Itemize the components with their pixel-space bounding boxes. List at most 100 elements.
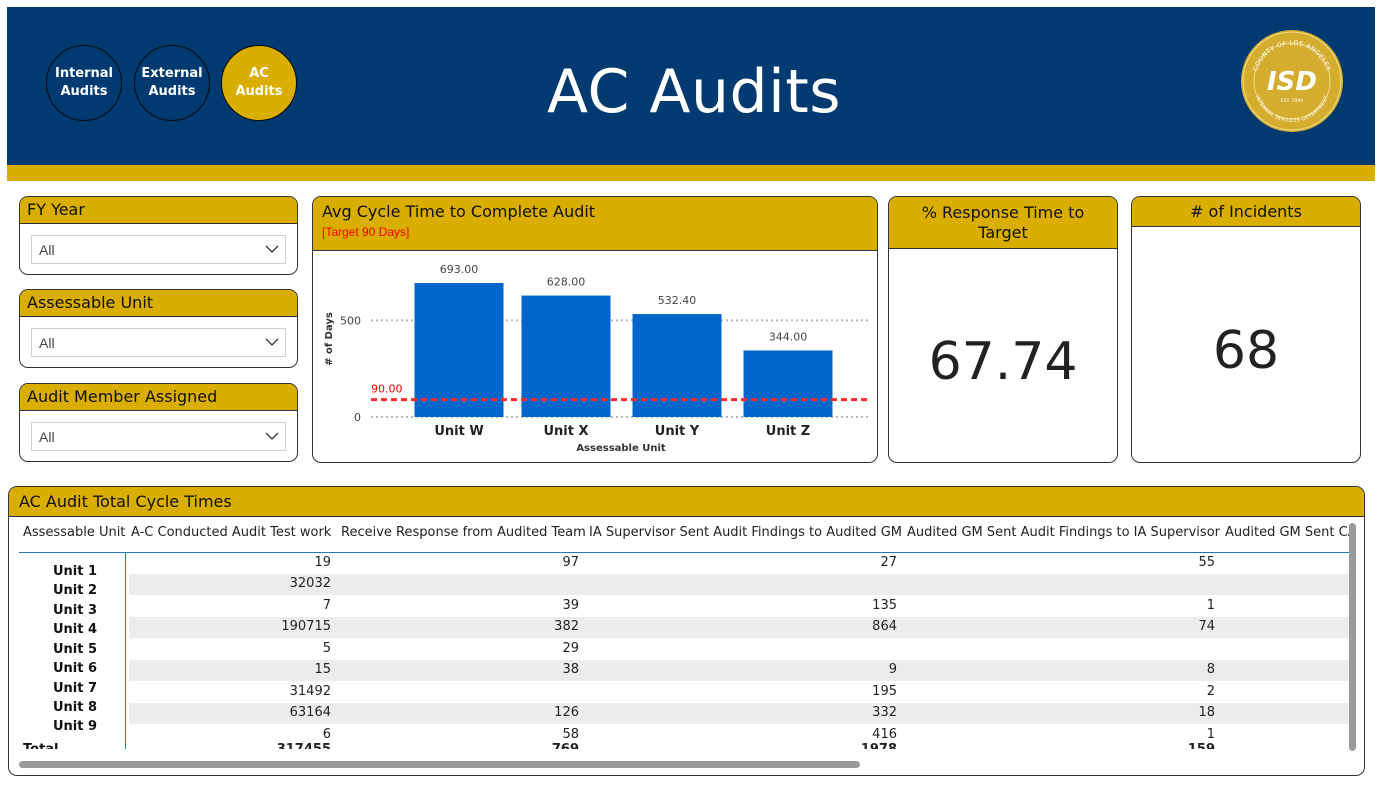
assessable-unit-dropdown[interactable]: All [31, 328, 286, 357]
table-cell: 6 [322, 727, 331, 742]
chart-title: Avg Cycle Time to Complete Audit [322, 202, 596, 221]
avg-cycle-time-card: Avg Cycle Time to Complete Audit [Target… [312, 196, 878, 463]
total-cell: 1978 [861, 742, 897, 749]
row-label: Unit 8 [53, 700, 98, 715]
row-label: Unit 5 [53, 642, 98, 657]
table-cell: 1 [1206, 727, 1215, 742]
response-time-kpi-card: % Response Time to Target 67.74 [888, 196, 1118, 463]
x-tick-label: Unit Y [655, 424, 700, 439]
target-label: 90.00 [371, 383, 403, 396]
table-cell: 58 [562, 727, 579, 742]
audit-member-dropdown[interactable]: All [31, 422, 286, 451]
row-label: Unit 1 [53, 564, 98, 579]
row-label: Unit 4 [53, 622, 98, 637]
slicer-title: Audit Member Assigned [20, 384, 297, 411]
table-cell: 15 [314, 662, 331, 677]
table-cell: 5 [322, 641, 331, 656]
table-cell: 55 [1198, 555, 1215, 570]
svg-text:EST. 1989: EST. 1989 [1281, 98, 1303, 104]
table-cell: 332 [872, 705, 897, 720]
chart-header: Avg Cycle Time to Complete Audit [Target… [313, 197, 877, 251]
table-cell: 8 [1206, 662, 1215, 677]
column-header[interactable]: IA Supervisor Sent Audit Findings to Aud… [589, 525, 902, 540]
table-cell: 195 [872, 684, 897, 699]
table-cell: 31492 [289, 684, 331, 699]
svg-text:ISD: ISD [1267, 67, 1317, 97]
x-tick-label: Unit Z [766, 424, 810, 439]
chevron-down-icon [265, 245, 279, 253]
chevron-down-icon [265, 432, 279, 440]
table-cell: 9 [888, 662, 897, 677]
total-label: Total [23, 742, 59, 749]
dropdown-value: All [39, 335, 55, 351]
fy-year-slicer: FY Year All [19, 196, 298, 275]
table-cell: 126 [554, 705, 579, 720]
table-title: AC Audit Total Cycle Times [9, 487, 1364, 517]
kpi-title: % Response Time to Target [889, 197, 1117, 249]
table-cell: 27 [880, 555, 897, 570]
table-cell: 63164 [289, 705, 331, 720]
bar-value-label: 693.00 [440, 263, 479, 276]
table-cell: 382 [554, 619, 579, 634]
y-axis-title: # of Days [324, 312, 335, 366]
column-header[interactable]: A-C Conducted Audit Test work [131, 525, 331, 540]
table-cell: 19 [314, 555, 331, 570]
vertical-scrollbar[interactable] [1349, 523, 1356, 751]
bar-chart: 0 500 # of Days 693.00 Unit W 628.00 Unit X 532… [324, 263, 871, 454]
table-cell: 2 [1206, 684, 1215, 699]
kpi-value: 67.74 [928, 332, 1078, 392]
fy-year-dropdown[interactable]: All [31, 235, 286, 264]
table-cell: 38 [562, 662, 579, 677]
column-header[interactable]: Audited GM Sent Audit Findings to IA Sup… [907, 525, 1220, 540]
horizontal-scrollbar[interactable] [19, 761, 860, 768]
table-cell: 39 [562, 598, 579, 613]
page-title: AC Audits [546, 57, 842, 127]
table-cell: 864 [872, 619, 897, 634]
isd-logo: COUNTY OF LOS ANGELES INTERNAL SERVICES … [1241, 30, 1343, 132]
dropdown-value: All [39, 429, 55, 445]
table-cell: 32032 [289, 576, 331, 591]
table-cell: 190715 [281, 619, 331, 634]
incidents-kpi-card: # of Incidents 68 [1131, 196, 1361, 463]
total-cell: 159 [1188, 742, 1215, 749]
bar-value-label: 532.40 [658, 294, 697, 307]
cycle-times-table-card: AC Audit Total Cycle Times Assessable Un… [8, 486, 1365, 776]
total-cell: 769 [552, 742, 579, 749]
audit-member-slicer: Audit Member Assigned All [19, 383, 298, 462]
row-label: Unit 7 [53, 681, 98, 696]
bar [414, 283, 504, 417]
table-cell: 416 [872, 727, 897, 742]
column-header[interactable]: Receive Response from Audited Team [341, 525, 586, 540]
column-header[interactable]: Audited GM Sent CA [1225, 525, 1353, 540]
bar [632, 314, 722, 417]
x-tick-label: Unit X [543, 424, 588, 439]
bar-value-label: 628.00 [547, 276, 586, 289]
table-cell: 29 [562, 641, 579, 656]
total-cell: 317455 [277, 742, 331, 749]
kpi-title: # of Incidents [1132, 197, 1360, 227]
kpi-value: 68 [1212, 321, 1280, 381]
column-header[interactable]: Assessable Unit [23, 525, 125, 540]
header-divider [19, 552, 1349, 553]
row-label: Unit 6 [53, 661, 98, 676]
table-cell: 7 [322, 598, 331, 613]
row-header-divider [125, 552, 126, 749]
table-row [129, 660, 1353, 681]
table-cell: 135 [872, 598, 897, 613]
dropdown-value: All [39, 242, 55, 258]
slicer-title: Assessable Unit [20, 290, 297, 317]
y-tick-label: 0 [354, 411, 361, 424]
x-axis-title: Assessable Unit [576, 443, 666, 454]
y-tick-label: 500 [340, 314, 361, 327]
assessable-unit-slicer: Assessable Unit All [19, 289, 298, 368]
table-cell: 97 [562, 555, 579, 570]
table-cell: 74 [1198, 619, 1215, 634]
row-label: Unit 3 [53, 603, 98, 618]
row-label: Unit 9 [53, 719, 98, 734]
x-tick-label: Unit W [434, 424, 483, 439]
bar-value-label: 344.00 [769, 330, 808, 343]
table-cell: 18 [1198, 705, 1215, 720]
table-cell: 1 [1206, 598, 1215, 613]
slicer-title: FY Year [20, 197, 297, 224]
chart-subtitle: [Target 90 Days] [322, 225, 410, 239]
